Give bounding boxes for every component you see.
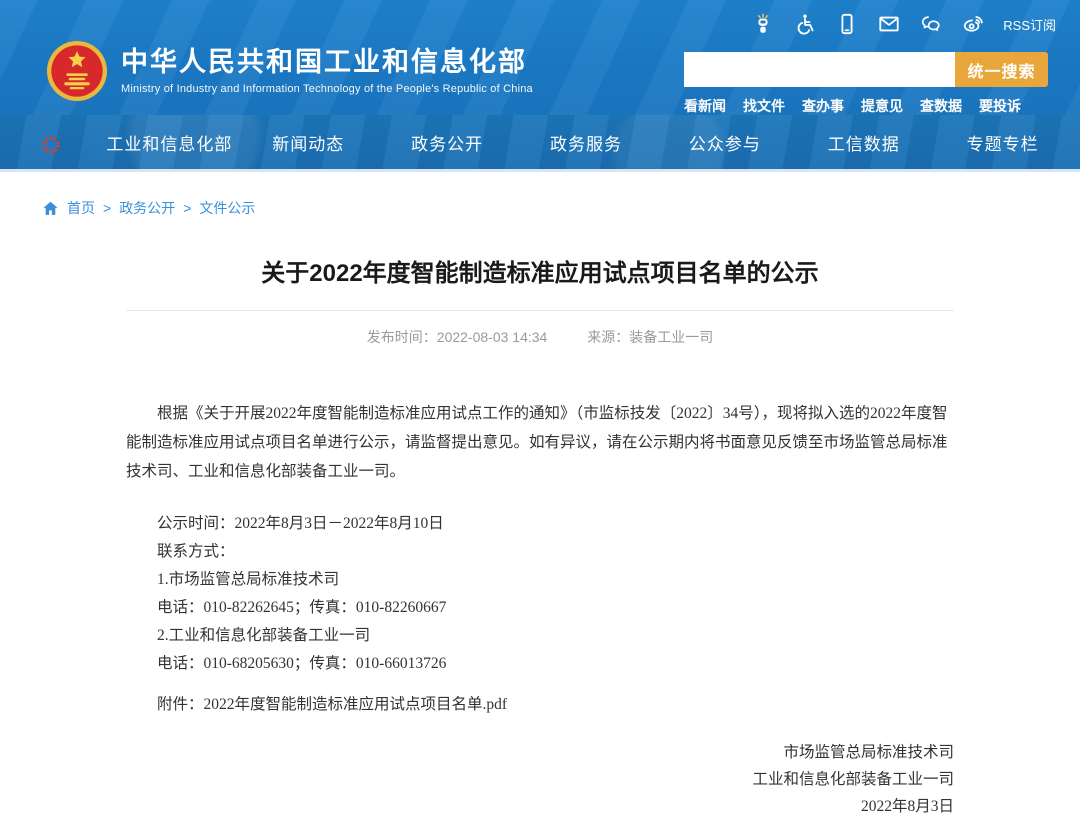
breadcrumb-file-publicity[interactable]: 文件公示 [199, 198, 255, 218]
article-paragraph: 根据《关于开展2022年度智能制造标准应用试点工作的通知》（市监标技发〔2022… [126, 399, 954, 486]
nav-item-gov-services[interactable]: 政务服务 [517, 130, 656, 155]
nav-item-public-participation[interactable]: 公众参与 [655, 130, 794, 155]
wechat-icon[interactable] [919, 12, 943, 36]
attachment-label: 附件： [157, 696, 204, 713]
contact-org-2-line: 2.工业和信息化部装备工业一司 [157, 622, 954, 650]
nav-item-news[interactable]: 新闻动态 [239, 130, 378, 155]
site-header: RSS订阅 中华人民共和国工业和信息化部 Ministry of Industr… [0, 0, 1080, 115]
article-content: 关于2022年度智能制造标准应用试点项目名单的公示 发布时间：2022-08-0… [126, 258, 954, 813]
accessibility-icon[interactable] [793, 12, 817, 36]
search-area: 统一搜索 看新闻 找文件 查办事 提意见 查数据 要投诉 [684, 52, 1048, 116]
main-nav: 工业和信息化部 新闻动态 政务公开 政务服务 公众参与 工信数据 专题专栏 [0, 115, 1080, 172]
mobile-icon[interactable] [835, 12, 859, 36]
nav-item-ministry[interactable]: 工业和信息化部 [100, 130, 239, 155]
breadcrumb-separator: > [183, 200, 191, 216]
publish-time: 发布时间：2022-08-03 14:34 [367, 329, 548, 345]
breadcrumb-gov-affairs[interactable]: 政务公开 [119, 198, 175, 218]
title-divider [126, 310, 954, 311]
article-meta: 发布时间：2022-08-03 14:34 来源：装备工业一司 [126, 327, 954, 347]
site-banner: 中华人民共和国工业和信息化部 Ministry of Industry and … [46, 40, 533, 102]
quick-link-suggest[interactable]: 提意见 [861, 96, 903, 116]
topbar: RSS订阅 [751, 12, 1056, 36]
nav-item-gov-affairs[interactable]: 政务公开 [378, 130, 517, 155]
weibo-icon[interactable] [961, 12, 985, 36]
article-body: 根据《关于开展2022年度智能制造标准应用试点工作的通知》（市监标技发〔2022… [126, 399, 954, 486]
mascot-icon[interactable] [751, 12, 775, 36]
contact-info: 公示时间：2022年8月3日－2022年8月10日 联系方式： 1.市场监管总局… [126, 510, 954, 678]
contact-org-1-line: 1.市场监管总局标准技术司 [157, 566, 954, 594]
publicity-period-line: 公示时间：2022年8月3日－2022年8月10日 [157, 510, 954, 538]
national-emblem-icon [46, 40, 108, 102]
search-input[interactable] [684, 52, 955, 87]
contact-phone-1-line: 电话：010-82262645；传真：010-82260667 [157, 594, 954, 622]
contact-heading-line: 联系方式： [157, 538, 954, 566]
signature-date: 2022年8月3日 [126, 793, 954, 813]
site-subtitle: Ministry of Industry and Information Tec… [121, 83, 533, 95]
quick-link-files[interactable]: 找文件 [743, 96, 785, 116]
nav-item-special-topics[interactable]: 专题专栏 [933, 130, 1072, 155]
attachment-pdf-link[interactable]: 2022年度智能制造标准应用试点项目名单.pdf [204, 696, 508, 713]
article-source: 来源：装备工业一司 [587, 329, 713, 345]
rss-subscribe-link[interactable]: RSS订阅 [1003, 15, 1056, 34]
quick-link-news[interactable]: 看新闻 [684, 96, 726, 116]
attachment-line: 附件：2022年度智能制造标准应用试点项目名单.pdf [126, 691, 954, 719]
quick-link-services[interactable]: 查办事 [802, 96, 844, 116]
contact-phone-2-line: 电话：010-68205630；传真：010-66013726 [157, 650, 954, 678]
banner-titles: 中华人民共和国工业和信息化部 Ministry of Industry and … [121, 47, 533, 95]
home-icon[interactable] [42, 200, 59, 217]
mail-icon[interactable] [877, 12, 901, 36]
signature-org-1: 市场监管总局标准技术司 [126, 739, 954, 766]
site-title: 中华人民共和国工业和信息化部 [121, 47, 533, 77]
quick-links: 看新闻 找文件 查办事 提意见 查数据 要投诉 [684, 96, 1048, 116]
breadcrumb: 首页 > 政务公开 > 文件公示 [42, 198, 1080, 218]
quick-link-data[interactable]: 查数据 [920, 96, 962, 116]
unified-search-button[interactable]: 统一搜索 [955, 52, 1048, 87]
signature-org-2: 工业和信息化部装备工业一司 [126, 766, 954, 793]
article-title: 关于2022年度智能制造标准应用试点项目名单的公示 [126, 258, 954, 290]
gov-e-logo-icon[interactable] [40, 132, 64, 156]
breadcrumb-home[interactable]: 首页 [67, 198, 95, 218]
quick-link-complaint[interactable]: 要投诉 [979, 96, 1021, 116]
nav-items: 工业和信息化部 新闻动态 政务公开 政务服务 公众参与 工信数据 专题专栏 [100, 130, 1072, 155]
signature-block: 市场监管总局标准技术司 工业和信息化部装备工业一司 2022年8月3日 [126, 739, 954, 813]
breadcrumb-separator: > [103, 200, 111, 216]
nav-item-miit-data[interactable]: 工信数据 [794, 130, 933, 155]
